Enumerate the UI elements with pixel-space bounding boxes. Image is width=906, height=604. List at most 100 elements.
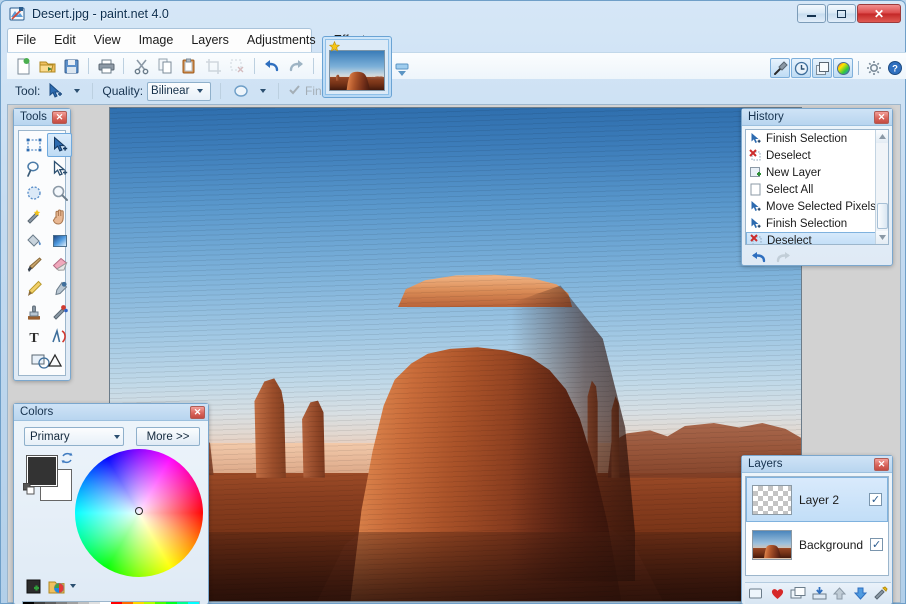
maximize-button[interactable] <box>827 4 856 23</box>
clone-stamp-tool[interactable] <box>21 301 46 325</box>
move-selected-pixels-icon[interactable] <box>44 81 66 101</box>
hammer-icon[interactable] <box>770 58 790 78</box>
pencil-tool[interactable] <box>21 277 46 301</box>
delete-layer-icon[interactable] <box>768 584 788 604</box>
history-panel-close-button[interactable]: ✕ <box>874 110 889 124</box>
gradient-tool[interactable] <box>47 229 72 253</box>
scroll-up-icon[interactable] <box>876 130 888 143</box>
image-canvas[interactable] <box>109 107 802 602</box>
close-button[interactable]: ✕ <box>857 4 901 23</box>
move-selected-icon <box>749 132 762 145</box>
menu-item-edit[interactable]: Edit <box>45 30 85 50</box>
colors-panel-titlebar[interactable]: Colors ✕ <box>14 404 208 421</box>
tools-panel-title: Tools <box>20 111 47 123</box>
menu-item-adjustments[interactable]: Adjustments <box>238 30 325 50</box>
color-picker-tool[interactable] <box>47 277 72 301</box>
layers-panel-close-button[interactable]: ✕ <box>874 457 889 471</box>
toolbar-separator <box>254 58 255 74</box>
image-tab-desert[interactable] <box>322 36 392 98</box>
lasso-select-tool[interactable] <box>21 157 46 181</box>
move-selected-pixels-tool[interactable] <box>47 133 72 157</box>
history-item[interactable]: Move Selected Pixels <box>746 198 888 215</box>
undo-arrow-icon[interactable] <box>260 55 284 78</box>
help-icon[interactable]: ? <box>885 58 905 78</box>
add-layer-icon[interactable] <box>747 584 767 604</box>
shapes-tool[interactable] <box>21 349 73 373</box>
clock-icon[interactable] <box>791 58 811 78</box>
ellipse-select-tool[interactable] <box>21 181 46 205</box>
history-item-selected[interactable]: Deselect <box>746 232 888 244</box>
gear-icon[interactable] <box>864 58 884 78</box>
menu-item-image[interactable]: Image <box>130 30 183 50</box>
recolor-tool[interactable] <box>47 301 72 325</box>
history-undo-button[interactable] <box>750 250 768 268</box>
layers-list[interactable]: Layer 2 ✓ Background ✓ <box>745 476 889 576</box>
open-folder-icon[interactable] <box>35 55 59 78</box>
history-list[interactable]: Finish Selection Deselect New Layer Sele… <box>745 129 889 245</box>
palette-icon[interactable] <box>48 578 66 596</box>
history-item[interactable]: New Layer <box>746 164 888 181</box>
layers-panel-titlebar[interactable]: Layers ✕ <box>742 456 892 473</box>
colors-panel-close-button[interactable]: ✕ <box>190 405 205 419</box>
layer-visibility-checkbox[interactable]: ✓ <box>869 493 882 506</box>
history-item[interactable]: Deselect <box>746 147 888 164</box>
colors-panel-body: Primary More >> <box>14 421 208 604</box>
printer-icon[interactable] <box>94 55 118 78</box>
line-curve-tool[interactable] <box>47 325 72 349</box>
color-wheel[interactable] <box>75 449 203 577</box>
redo-arrow-icon[interactable] <box>284 55 308 78</box>
tools-panel-titlebar[interactable]: Tools ✕ <box>14 109 70 126</box>
new-page-icon[interactable] <box>11 55 35 78</box>
duplicate-layer-icon[interactable] <box>788 584 808 604</box>
layer-properties-icon[interactable] <box>871 584 891 604</box>
tools-panel-close-button[interactable]: ✕ <box>52 110 67 124</box>
reset-colors-icon[interactable] <box>22 482 35 495</box>
zoom-tool[interactable] <box>47 181 72 205</box>
history-item[interactable]: Finish Selection <box>746 215 888 232</box>
scroll-down-icon[interactable] <box>876 231 888 244</box>
scissors-icon[interactable] <box>129 55 153 78</box>
floppy-disk-icon[interactable] <box>59 55 83 78</box>
copy-pages-icon[interactable] <box>153 55 177 78</box>
layer-row-selected[interactable]: Layer 2 ✓ <box>746 477 888 522</box>
history-panel-titlebar[interactable]: History ✕ <box>742 109 892 126</box>
color-wheel-icon[interactable] <box>833 58 853 78</box>
eraser-tool[interactable] <box>47 253 72 277</box>
color-wheel-cursor[interactable] <box>135 507 143 515</box>
clipboard-icon[interactable] <box>177 55 201 78</box>
layers-icon[interactable] <box>812 58 832 78</box>
shape-dropdown-button[interactable] <box>256 83 269 100</box>
swap-colors-icon[interactable] <box>61 452 73 464</box>
scrollbar-thumb[interactable] <box>877 203 888 229</box>
merge-down-icon[interactable] <box>809 584 829 604</box>
tab-list-dropdown-icon[interactable] <box>395 62 409 78</box>
menu-item-file[interactable]: File <box>7 30 45 50</box>
title-bar: Desert.jpg - paint.net 4.0 ✕ <box>1 1 905 27</box>
history-item[interactable]: Finish Selection <box>746 130 888 147</box>
layer-row[interactable]: Background ✓ <box>746 522 888 567</box>
menu-item-layers[interactable]: Layers <box>182 30 238 50</box>
quality-select[interactable]: Bilinear <box>147 81 212 101</box>
history-item[interactable]: Select All <box>746 181 888 198</box>
text-tool[interactable]: T <box>21 325 46 349</box>
selection-shape-icon[interactable] <box>230 81 252 101</box>
menu-item-view[interactable]: View <box>85 30 130 50</box>
magic-wand-tool[interactable] <box>21 205 46 229</box>
history-scrollbar[interactable] <box>875 130 888 244</box>
add-color-icon[interactable] <box>26 579 42 595</box>
rectangle-select-tool[interactable] <box>21 133 46 157</box>
pan-tool[interactable] <box>47 205 72 229</box>
color-mode-select[interactable]: Primary <box>24 427 124 446</box>
chevron-down-icon <box>114 434 120 439</box>
move-up-icon[interactable] <box>830 584 850 604</box>
minimize-button[interactable] <box>797 4 826 23</box>
move-selection-tool[interactable] <box>47 157 72 181</box>
layer-visibility-checkbox[interactable]: ✓ <box>870 538 884 551</box>
paintbrush-tool[interactable] <box>21 253 46 277</box>
more-colors-button[interactable]: More >> <box>136 427 200 446</box>
paint-bucket-tool[interactable] <box>21 229 46 253</box>
palette-dropdown-icon[interactable] <box>70 584 76 588</box>
move-down-icon[interactable] <box>851 584 871 604</box>
transparent-checker-thumbnail <box>752 484 792 515</box>
tool-dropdown-button[interactable] <box>70 83 83 100</box>
